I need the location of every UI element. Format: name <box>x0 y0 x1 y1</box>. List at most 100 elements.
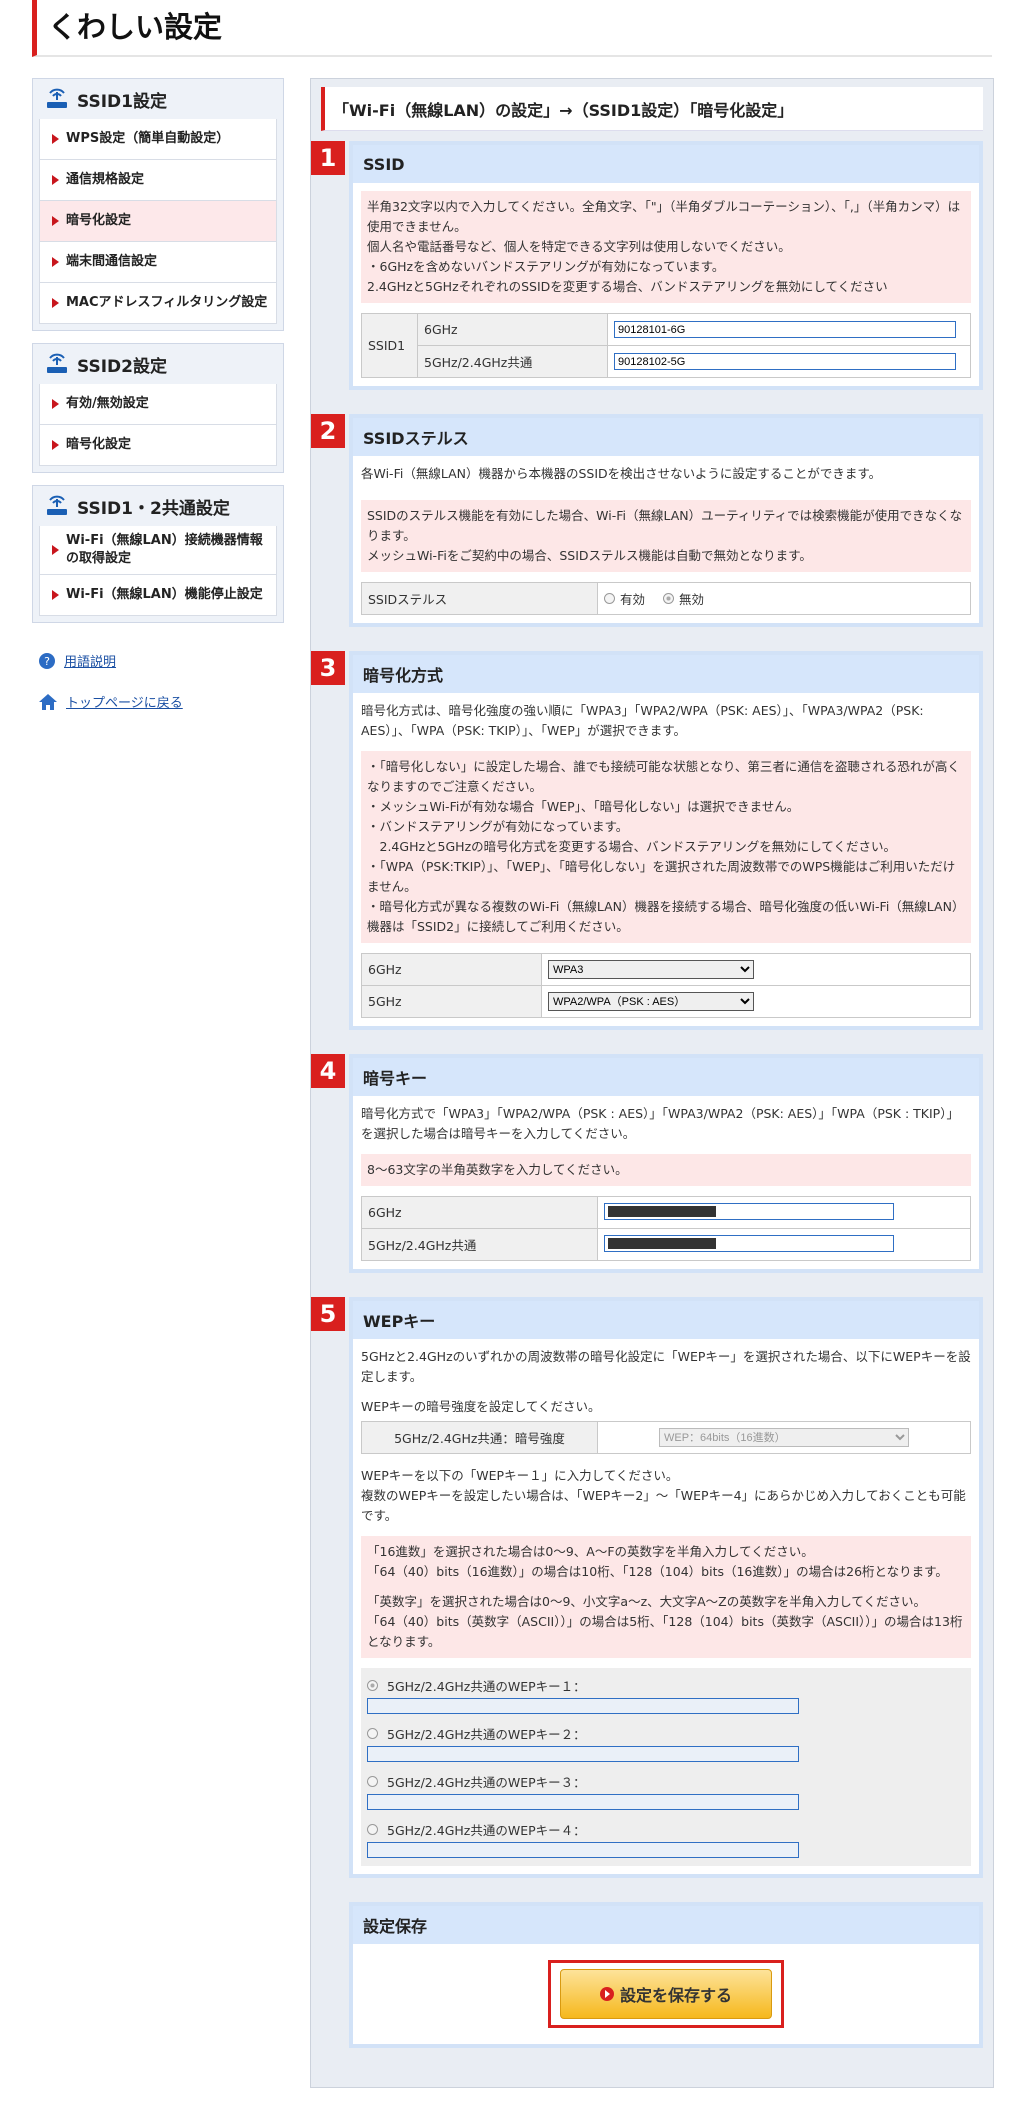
arrow-icon <box>52 298 59 308</box>
glossary-link[interactable]: ? 用語説明 <box>38 651 284 670</box>
key-description: 暗号化方式で「WPA3」「WPA2/WPA（PSK : AES）」「WPA3/W… <box>361 1106 959 1141</box>
arrow-icon <box>52 175 59 185</box>
wep-key-2-input[interactable] <box>367 1746 799 1762</box>
save-button[interactable]: 設定を保存する <box>560 1969 772 2019</box>
wep-strength-table: 5GHz/2.4GHz共通：暗号強度 WEP：64bits（16進数） <box>361 1421 971 1454</box>
wep-description: 5GHzと2.4GHzのいずれかの周波数帯の暗号化設定に「WEPキー」を選択され… <box>361 1349 971 1384</box>
ssid-5g-input[interactable] <box>614 353 956 371</box>
ssid-table: SSID16GHz 5GHz/2.4GHz共通 <box>361 313 971 378</box>
ssid-warning: 半角32文字以内で入力してください。全角文字、「"」（半角ダブルコーテーション）… <box>361 191 971 303</box>
arrow-icon <box>52 257 59 267</box>
encryption-section: 3 暗号化方式 暗号化方式は、暗号化強度の強い順に「WPA3」「WPA2/WPA… <box>311 651 983 1030</box>
band-label: 5GHz/2.4GHz共通 <box>361 1228 598 1261</box>
section-number: 4 <box>311 1054 345 1088</box>
band-label: 5GHz <box>361 985 542 1018</box>
sidebar: SSID1設定 WPS設定（簡単自動設定） 通信規格設定 暗号化設定 端末間通信… <box>32 78 284 733</box>
play-icon <box>599 1987 614 2001</box>
section-number: 1 <box>311 141 345 175</box>
wep-strength-select[interactable]: WEP：64bits（16進数） <box>659 1428 909 1447</box>
router-icon <box>47 495 67 515</box>
arrow-icon <box>52 134 59 144</box>
wep-key-note: WEPキーを以下の「WEPキー１」に入力してください。 複数のWEPキーを設定した… <box>361 1468 966 1523</box>
section-heading: SSIDステルス <box>353 418 979 456</box>
section-heading: WEPキー <box>353 1301 979 1339</box>
sidebar-item-mac-filter[interactable]: MACアドレスフィルタリング設定 <box>39 283 277 324</box>
section-heading: SSID <box>353 145 979 183</box>
main-panel: 「Wi-Fi（無線LAN）の設定」→（SSID1設定）「暗号化設定」 1 SSI… <box>310 78 994 2088</box>
stealth-warning: SSIDのステルス機能を有効にした場合、Wi-Fi（無線LAN）ユーティリティで… <box>361 500 971 572</box>
wep-key-1-input[interactable] <box>367 1698 799 1714</box>
sidebar-group-ssid1: SSID1設定 WPS設定（簡単自動設定） 通信規格設定 暗号化設定 端末間通信… <box>32 78 284 331</box>
section-number: 5 <box>311 1297 345 1331</box>
encryption-6g-select[interactable]: WPA3 <box>548 960 754 979</box>
key-6g-input[interactable] <box>604 1202 894 1220</box>
sidebar-group-common: SSID1・2共通設定 Wi-Fi（無線LAN）接続機器情報の取得設定 Wi-F… <box>32 485 284 623</box>
wep-strength-note: WEPキーの暗号強度を設定してください。 <box>361 1399 601 1414</box>
wep-key-4-input[interactable] <box>367 1842 799 1858</box>
encryption-5g-select[interactable]: WPA2/WPA（PSK : AES） <box>548 992 754 1011</box>
wep-key-2-radio[interactable] <box>367 1728 383 1739</box>
page-title: くわしい設定 <box>32 0 992 57</box>
encryption-warning: ・「暗号化しない」に設定した場合、誰でも接続可能な状態となり、第三者に通信を盗聴… <box>361 751 971 943</box>
sidebar-group-ssid2: SSID2設定 有効/無効設定 暗号化設定 <box>32 343 284 473</box>
stealth-description: 各Wi-Fi（無線LAN）機器から本機器のSSIDを検出させないように設定するこ… <box>361 466 882 481</box>
arrow-icon <box>52 590 59 600</box>
sidebar-item-wifi-stop[interactable]: Wi-Fi（無線LAN）機能停止設定 <box>39 575 277 616</box>
sidebar-item-isolation[interactable]: 端末間通信設定 <box>39 242 277 283</box>
wep-key-4-radio[interactable] <box>367 1824 383 1835</box>
section-number: 3 <box>311 651 345 685</box>
home-link[interactable]: トップページに戻る <box>38 692 284 711</box>
wep-section: 5 WEPキー 5GHzと2.4GHzのいずれかの周波数帯の暗号化設定に「WEP… <box>311 1297 983 1878</box>
band-label: 6GHz <box>361 953 542 986</box>
stealth-off-radio[interactable]: 無効 <box>663 589 704 608</box>
wep-key-1-radio[interactable] <box>367 1680 383 1691</box>
wep-key-2: 5GHz/2.4GHz共通のWEPキー２： <box>367 1724 965 1762</box>
router-icon <box>47 353 67 373</box>
encryption-description: 暗号化方式は、暗号化強度の強い順に「WPA3」「WPA2/WPA（PSK: AE… <box>361 703 924 738</box>
wep-keys-box: 5GHz/2.4GHz共通のWEPキー１： 5GHz/2.4GHz共通のWEPキ… <box>361 1668 971 1866</box>
sidebar-item-device-info[interactable]: Wi-Fi（無線LAN）接続機器情報の取得設定 <box>39 526 277 575</box>
arrow-icon <box>52 440 59 450</box>
key-table: 6GHz 5GHz/2.4GHz共通 <box>361 1196 971 1261</box>
wep-key-4: 5GHz/2.4GHz共通のWEPキー４： <box>367 1820 965 1858</box>
ssid-row-label: SSID1 <box>361 313 418 378</box>
band-label: 6GHz <box>417 313 608 346</box>
wep-key-3-input[interactable] <box>367 1794 799 1810</box>
help-icon: ? <box>39 652 55 669</box>
sidebar-item-encryption2[interactable]: 暗号化設定 <box>39 425 277 466</box>
key-section: 4 暗号キー 暗号化方式で「WPA3」「WPA2/WPA（PSK : AES）」… <box>311 1054 983 1273</box>
band-label: 6GHz <box>361 1196 598 1229</box>
stealth-on-radio[interactable]: 有効 <box>604 589 645 608</box>
key-warning: 8～63文字の半角英数字を入力してください。 <box>361 1154 971 1186</box>
ssid-6g-input[interactable] <box>614 321 956 339</box>
band-label: 5GHz/2.4GHz共通 <box>417 345 608 378</box>
home-icon <box>39 693 57 710</box>
section-heading: 暗号化方式 <box>353 655 979 693</box>
wep-warning: 「16進数」を選択された場合は0～9、A～Fの英数字を半角入力してください。 「… <box>361 1536 971 1658</box>
main-title: 「Wi-Fi（無線LAN）の設定」→（SSID1設定）「暗号化設定」 <box>321 87 983 131</box>
sidebar-group-title: SSID1・2共通設定 <box>77 498 230 519</box>
encryption-table: 6GHz WPA3 5GHz WPA2/WPA（PSK : AES） <box>361 953 971 1018</box>
ssid-section: 1 SSID 半角32文字以内で入力してください。全角文字、「"」（半角ダブルコ… <box>311 141 983 390</box>
key-5g-input[interactable] <box>604 1234 894 1252</box>
svg-text:?: ? <box>44 655 50 668</box>
sidebar-group-title: SSID2設定 <box>77 356 167 377</box>
sidebar-item-standard[interactable]: 通信規格設定 <box>39 160 277 201</box>
arrow-icon <box>52 399 59 409</box>
stealth-table: SSIDステルス 有効 無効 <box>361 582 971 615</box>
sidebar-item-encryption[interactable]: 暗号化設定 <box>39 201 277 242</box>
sidebar-group-title: SSID1設定 <box>77 91 167 112</box>
stealth-label: SSIDステルス <box>361 582 598 615</box>
router-icon <box>47 88 67 108</box>
section-number: 2 <box>311 414 345 448</box>
section-heading: 暗号キー <box>353 1058 979 1096</box>
arrow-icon <box>52 545 59 555</box>
sidebar-item-enable[interactable]: 有効/無効設定 <box>39 384 277 425</box>
wep-key-1: 5GHz/2.4GHz共通のWEPキー１： <box>367 1676 965 1714</box>
wep-strength-label: 5GHz/2.4GHz共通：暗号強度 <box>361 1421 598 1454</box>
save-section: 設定保存 設定を保存する <box>349 1902 983 2048</box>
section-heading: 設定保存 <box>353 1906 979 1944</box>
wep-key-3-radio[interactable] <box>367 1776 383 1787</box>
wep-key-3: 5GHz/2.4GHz共通のWEPキー３： <box>367 1772 965 1810</box>
sidebar-item-wps[interactable]: WPS設定（簡単自動設定） <box>39 119 277 160</box>
